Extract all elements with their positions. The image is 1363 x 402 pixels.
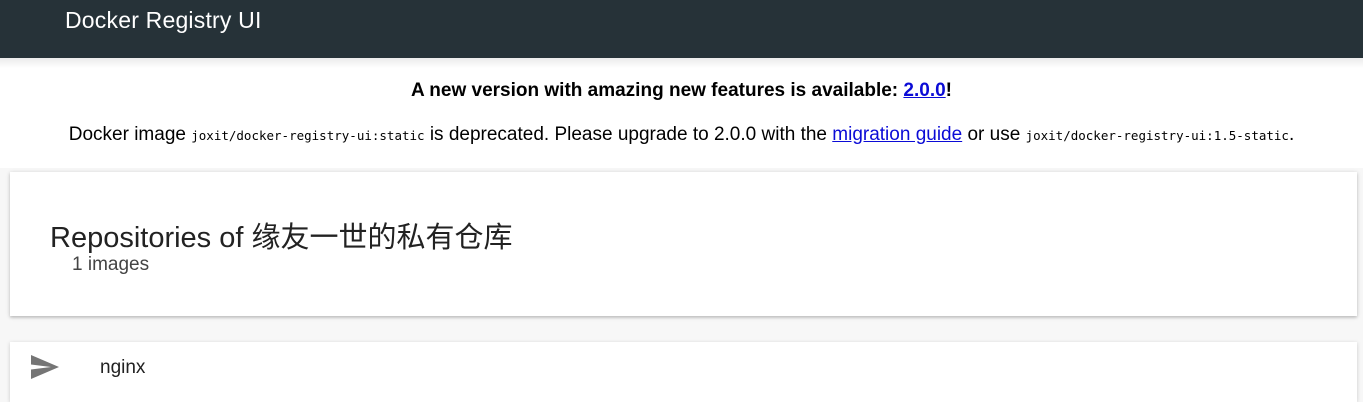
app-bar-shadow [0, 58, 1363, 68]
deprecation-note: Docker image joxit/docker-registry-ui:st… [0, 124, 1363, 146]
app-title: Docker Registry UI [65, 7, 262, 33]
old-image-name: joxit/docker-registry-ui:static [191, 128, 425, 143]
repositories-header-card: Repositories of 缘友一世的私有仓库 1 images [10, 172, 1357, 316]
update-headline-text: A new version with amazing new features … [411, 80, 904, 101]
deprecation-text-3: or use [962, 124, 1026, 145]
update-banner [0, 58, 1363, 168]
migration-guide-link[interactable]: migration guide [832, 124, 962, 145]
app-bar: Docker Registry UI [0, 0, 1363, 58]
image-count: 1 images [72, 254, 150, 275]
repository-list: nginx [10, 342, 1357, 402]
update-headline-suffix: ! [945, 80, 952, 101]
page-title: Repositories of 缘友一世的私有仓库 [50, 222, 513, 254]
deprecation-text-1: Docker image [68, 124, 192, 145]
version-link[interactable]: 2.0.0 [903, 80, 945, 101]
repository-name: nginx [100, 357, 146, 378]
deprecation-text-4: . [1288, 124, 1295, 145]
send-icon [31, 355, 59, 379]
deprecation-text-2: is deprecated. Please upgrade to 2.0.0 w… [424, 124, 833, 145]
update-headline: A new version with amazing new features … [0, 80, 1363, 102]
new-image-name: joxit/docker-registry-ui:1.5-static [1025, 128, 1289, 143]
list-item[interactable]: nginx [10, 342, 1357, 390]
